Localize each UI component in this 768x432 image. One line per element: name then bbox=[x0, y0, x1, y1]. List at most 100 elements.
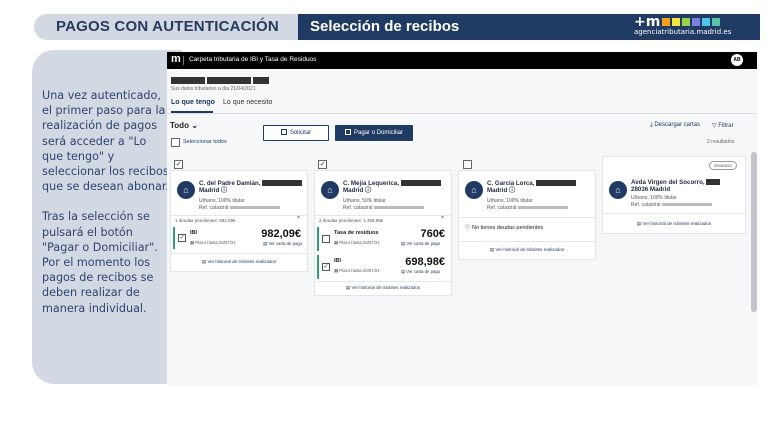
home-icon: ⌂ bbox=[465, 181, 483, 199]
debt-item: ✓ IBI ▦ Plazo hasta 20/07/21 982,09€ ▤ V… bbox=[173, 227, 305, 249]
app-logo[interactable]: m bbox=[171, 53, 181, 65]
pay-icon bbox=[344, 129, 351, 135]
app-topbar: m Carpeta tributaria de IBI y Tasa de Re… bbox=[167, 52, 757, 69]
debt-checkbox[interactable]: ✓ bbox=[322, 263, 330, 271]
pagar-label: Pagar o Domiciliar bbox=[353, 130, 404, 136]
property-address: C. García Lorca, Madrid ⓘ bbox=[487, 180, 577, 194]
brand-square-6 bbox=[712, 18, 720, 26]
solicitar-label: Solicitar bbox=[289, 130, 312, 136]
info-icon[interactable]: ⓘ bbox=[509, 187, 515, 194]
debt-deadline-label: Plazo hasta 20/07/21 bbox=[339, 240, 380, 245]
solicitar-button[interactable]: Solicitar bbox=[263, 125, 329, 141]
property-city: 28036 Madrid bbox=[631, 186, 671, 193]
redacted-ref bbox=[517, 206, 568, 209]
redacted-name bbox=[207, 77, 251, 84]
card-divider bbox=[459, 217, 595, 218]
info-icon[interactable]: ⓘ bbox=[221, 187, 227, 194]
info-icon[interactable]: ⓘ bbox=[365, 187, 371, 194]
debt-name: IBI bbox=[190, 230, 198, 236]
history-link[interactable]: ▤ Ver historial de trámites realizados bbox=[459, 247, 595, 253]
debt-item: Tasa de residuos ▦ Plazo hasta 20/07/21 … bbox=[317, 227, 449, 251]
brand-square-2 bbox=[672, 18, 680, 26]
history-label: Ver historial de trámites realizados bbox=[351, 285, 421, 290]
property-city: Madrid bbox=[199, 187, 220, 194]
header-bar: Selección de recibos +m agenciatributari… bbox=[298, 14, 760, 40]
debt-item: ✓ IBI ▦ Plazo hasta 20/07/21 698,98€ ▤ V… bbox=[317, 255, 449, 279]
history-link[interactable]: ▤ Ver historial de trámites realizados bbox=[171, 259, 307, 265]
property-card: VENDIDO ⌂ Avda Virgen del Socorro, 28036… bbox=[602, 156, 746, 234]
cadastral-ref-label: Ref. catastral bbox=[199, 205, 229, 211]
card-divider bbox=[459, 241, 595, 242]
redacted-ref bbox=[373, 206, 424, 209]
payment-letter-link[interactable]: ▤ Ver carta de pago bbox=[263, 241, 302, 247]
debt-amount: 982,09€ bbox=[261, 228, 301, 240]
property-use: Urbano, 50% titular bbox=[343, 198, 386, 204]
pending-debts: 2 deudas pendientes: 1.458,98€ bbox=[319, 218, 384, 223]
debt-amount: 698,98€ bbox=[405, 256, 445, 268]
redacted-name bbox=[171, 77, 205, 84]
filter-button[interactable]: ▽ Filtrar bbox=[712, 122, 734, 129]
property-checkbox-3[interactable] bbox=[463, 160, 472, 169]
property-card: ⌂ C. García Lorca, Madrid ⓘ Urbano, 100%… bbox=[458, 170, 596, 260]
download-letters-link[interactable]: ⤓ Descargar cartas bbox=[650, 122, 700, 129]
payment-letter-link[interactable]: ▤ Ver carta de pago bbox=[401, 269, 440, 275]
redacted-number bbox=[536, 180, 577, 186]
results-count: 2 resultados bbox=[707, 139, 735, 145]
property-address: C. del Padre Damián, Madrid ⓘ bbox=[199, 180, 303, 194]
payment-letter-label: Ver carta de pago bbox=[406, 241, 441, 246]
debt-checkbox[interactable]: ✓ bbox=[178, 234, 186, 242]
property-checkbox-1[interactable]: ✓ bbox=[174, 160, 183, 169]
redacted-number bbox=[262, 180, 303, 186]
chevron-up-icon[interactable]: ^ bbox=[441, 216, 444, 222]
cadastral-ref-label: Ref. catastral bbox=[487, 205, 517, 211]
no-debts-label: No tienes deudas pendientes bbox=[472, 225, 544, 231]
selected-indicator bbox=[317, 255, 319, 279]
home-icon: ⌂ bbox=[321, 181, 339, 199]
filter-label: Todo bbox=[170, 121, 189, 130]
cadastral-ref: Ref. catastral bbox=[199, 205, 280, 211]
property-street: C. Mejía Lequerica, bbox=[343, 180, 400, 187]
select-all-checkbox[interactable] bbox=[171, 138, 180, 147]
pagar-domiciliar-button[interactable]: Pagar o Domiciliar bbox=[335, 125, 413, 141]
payment-letter-link[interactable]: ▤ Ver carta de pago bbox=[401, 241, 440, 247]
brand-square-4 bbox=[692, 18, 700, 26]
slide-subtitle: Selección de recibos bbox=[310, 18, 460, 35]
history-label: Ver historial de trámites realizados bbox=[642, 221, 712, 226]
debt-checkbox[interactable] bbox=[322, 235, 330, 243]
tab-lo-que-necesito[interactable]: Lo que necesito bbox=[223, 99, 272, 106]
property-use: Urbano, 100% titular bbox=[199, 198, 245, 204]
user-avatar[interactable]: AB bbox=[731, 54, 743, 66]
brand-square-1 bbox=[662, 18, 670, 26]
scrollbar[interactable] bbox=[751, 152, 757, 312]
property-checkbox-2[interactable]: ✓ bbox=[318, 160, 327, 169]
select-all-label[interactable]: Seleccionar todos bbox=[183, 139, 227, 145]
selected-indicator bbox=[173, 227, 175, 249]
debt-deadline-label: Plazo hasta 20/07/21 bbox=[339, 268, 380, 273]
history-icon: ▤ bbox=[201, 259, 207, 264]
solicitar-icon bbox=[280, 129, 287, 135]
instructions-paragraph-2: Tras la selección se pulsará el botón "P… bbox=[42, 210, 158, 315]
slide-title: PAGOS CON AUTENTICACIÓN bbox=[56, 18, 279, 35]
cadastral-ref-label: Ref. catastral bbox=[343, 205, 373, 211]
slide-header: PAGOS CON AUTENTICACIÓN Selección de rec… bbox=[34, 14, 760, 40]
chevron-up-icon[interactable]: ^ bbox=[297, 216, 300, 222]
tab-lo-que-tengo[interactable]: Lo que tengo bbox=[171, 99, 215, 106]
selected-indicator bbox=[317, 227, 319, 251]
download-icon: ⤓ bbox=[650, 122, 653, 128]
filter-icon: ▽ bbox=[712, 123, 717, 129]
header-pill: PAGOS CON AUTENTICACIÓN bbox=[34, 14, 324, 40]
redacted-ref bbox=[229, 206, 280, 209]
sold-badge: VENDIDO bbox=[708, 161, 737, 170]
history-icon: ▤ bbox=[636, 221, 642, 226]
history-link[interactable]: ▤ Ver historial de trámites realizados bbox=[603, 221, 745, 227]
history-label: Ver historial de trámites realizados bbox=[207, 259, 277, 264]
filter-dropdown[interactable]: Todo ⌄ bbox=[170, 121, 198, 130]
property-card: ⌂ C. Mejía Lequerica, Madrid ⓘ Urbano, 5… bbox=[314, 170, 452, 296]
info-icon: ⓘ bbox=[465, 225, 471, 231]
card-divider bbox=[171, 253, 307, 254]
debt-amount: 760€ bbox=[420, 228, 445, 240]
history-link[interactable]: ▤ Ver historial de trámites realizados bbox=[315, 285, 451, 291]
debt-deadline-label: Plazo hasta 20/07/21 bbox=[195, 240, 236, 245]
property-card: ⌂ C. del Padre Damián, Madrid ⓘ Urbano, … bbox=[170, 170, 308, 272]
card-divider bbox=[603, 213, 745, 214]
